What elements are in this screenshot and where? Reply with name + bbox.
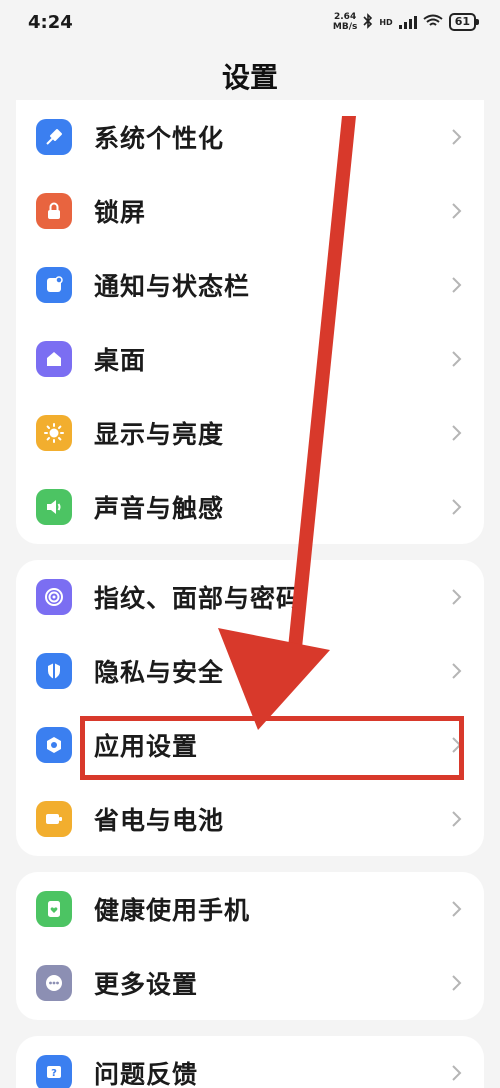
settings-group-4: ? 问题反馈: [16, 1036, 484, 1088]
battery-indicator: 61: [448, 13, 480, 31]
speaker-icon: [36, 489, 72, 525]
settings-item-more-settings[interactable]: 更多设置: [16, 946, 484, 1020]
notification-icon: [36, 267, 72, 303]
highlight-box: [80, 716, 464, 780]
svg-text:?: ?: [51, 1068, 57, 1079]
settings-item-label: 更多设置: [94, 970, 199, 999]
settings-item-label: 显示与亮度: [94, 420, 225, 449]
chevron-right-icon: [452, 425, 462, 441]
health-icon: [36, 891, 72, 927]
app-settings-icon: [36, 727, 72, 763]
chevron-right-icon: [452, 589, 462, 605]
settings-item-label: 健康使用手机: [94, 896, 251, 925]
fingerprint-icon: [36, 579, 72, 615]
lock-icon: [36, 193, 72, 229]
chevron-right-icon: [452, 901, 462, 917]
chevron-right-icon: [452, 811, 462, 827]
signal-icon: [398, 15, 417, 29]
settings-group-3: 健康使用手机 更多设置: [16, 872, 484, 1020]
settings-item-label: 问题反馈: [94, 1060, 199, 1088]
settings-item-label: 省电与电池: [94, 806, 225, 835]
settings-item-label: 隐私与安全: [94, 658, 225, 687]
wifi-icon: [423, 14, 443, 31]
status-icons: 2.64 MB/s HD 61: [332, 12, 480, 32]
settings-item-privacy[interactable]: 隐私与安全: [16, 634, 484, 708]
settings-item-label: 锁屏: [94, 198, 147, 227]
settings-item-sound[interactable]: 声音与触感: [16, 470, 484, 544]
chevron-right-icon: [452, 663, 462, 679]
settings-item-label: 声音与触感: [94, 494, 225, 523]
settings-item-lockscreen[interactable]: 锁屏: [16, 174, 484, 248]
status-time: 4:24: [28, 11, 73, 33]
chevron-right-icon: [452, 277, 462, 293]
chevron-right-icon: [452, 351, 462, 367]
settings-group-2: 指纹、面部与密码 隐私与安全 应用设置 省电与电池: [16, 560, 484, 856]
settings-item-label: 指纹、面部与密码: [94, 584, 303, 613]
settings-item-label: 通知与状态栏: [94, 272, 251, 301]
chevron-right-icon: [452, 129, 462, 145]
brush-icon: [36, 119, 72, 155]
home-icon: [36, 341, 72, 377]
network-speed: 2.64 MB/s: [332, 12, 358, 32]
page-title: 设置: [221, 61, 278, 94]
chevron-right-icon: [452, 203, 462, 219]
settings-group-1: 系统个性化 锁屏 通知与状态栏 桌面 显示与亮度 声音与触感: [16, 100, 484, 544]
chevron-right-icon: [452, 975, 462, 991]
chevron-right-icon: [452, 1065, 462, 1081]
settings-item-label: 桌面: [94, 346, 147, 375]
chevron-right-icon: [452, 499, 462, 515]
settings-item-notifications[interactable]: 通知与状态栏: [16, 248, 484, 322]
settings-item-display[interactable]: 显示与亮度: [16, 396, 484, 470]
settings-item-home-screen[interactable]: 桌面: [16, 322, 484, 396]
settings-item-digital-wellbeing[interactable]: 健康使用手机: [16, 872, 484, 946]
settings-item-fingerprint[interactable]: 指纹、面部与密码: [16, 560, 484, 634]
status-bar: 4:24 2.64 MB/s HD 61: [0, 0, 500, 44]
battery-icon: [36, 801, 72, 837]
privacy-icon: [36, 653, 72, 689]
feedback-icon: ?: [36, 1055, 72, 1088]
settings-item-personalization[interactable]: 系统个性化: [16, 100, 484, 174]
hd-badge: HD: [379, 17, 393, 27]
sun-icon: [36, 415, 72, 451]
settings-item-battery[interactable]: 省电与电池: [16, 782, 484, 856]
bluetooth-icon: [363, 12, 373, 32]
settings-item-feedback[interactable]: ? 问题反馈: [16, 1036, 484, 1088]
more-icon: [36, 965, 72, 1001]
settings-item-label: 系统个性化: [94, 124, 225, 153]
